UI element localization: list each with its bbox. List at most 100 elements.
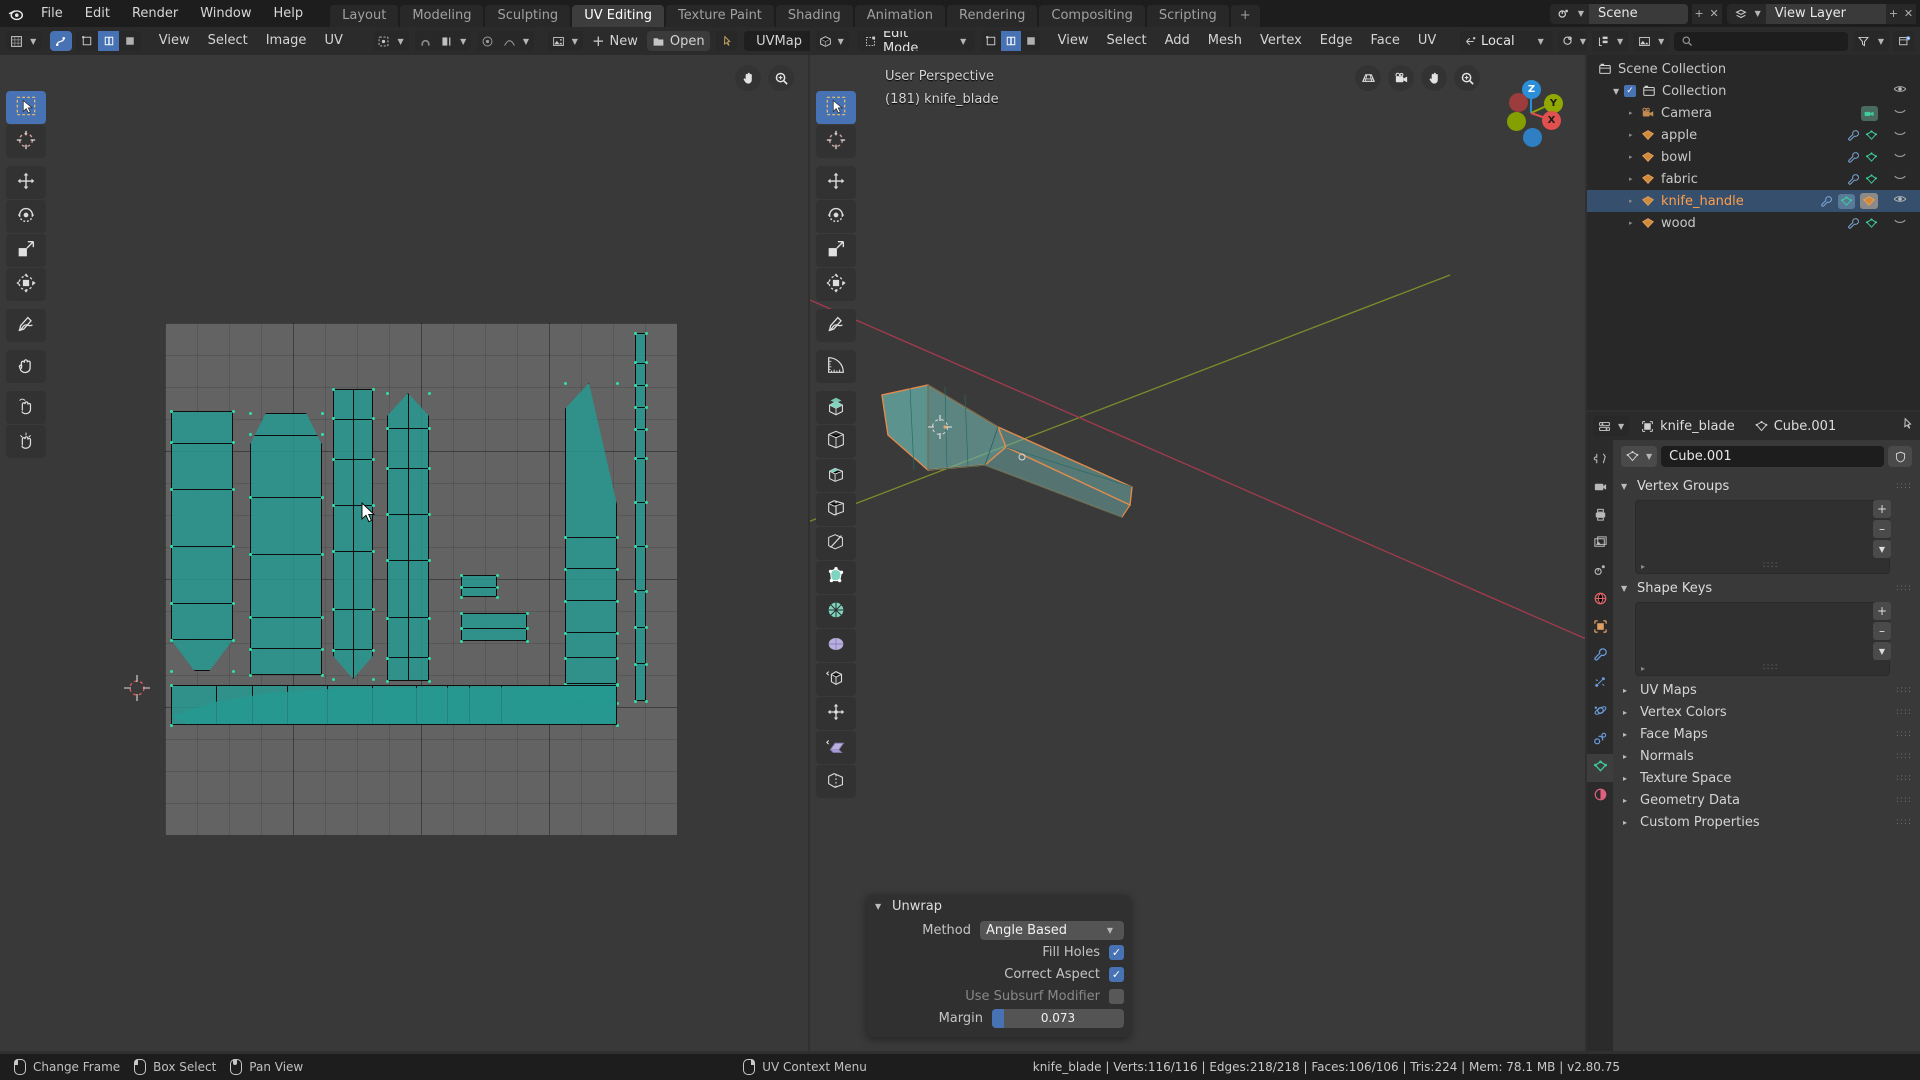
mesh-data-icon[interactable]: [1865, 217, 1878, 230]
uv-vertex[interactable]: [616, 567, 619, 571]
uv-vertex[interactable]: [645, 383, 648, 387]
margin-slider[interactable]: 0.073: [992, 1008, 1124, 1028]
menu-help[interactable]: Help: [263, 0, 315, 27]
uv-vertex[interactable]: [496, 596, 499, 599]
scale-tool[interactable]: [6, 234, 46, 267]
uv-vertex[interactable]: [332, 678, 335, 681]
panel-grip[interactable]: ::::: [1896, 773, 1912, 783]
uv-vertex[interactable]: [428, 656, 431, 660]
pin-icon[interactable]: [715, 31, 738, 51]
camera-view-icon[interactable]: [1388, 65, 1414, 91]
outliner-filter-button[interactable]: ▼: [1852, 31, 1889, 51]
pinch-uv-tool[interactable]: [6, 425, 46, 458]
tweak-tool[interactable]: [816, 91, 856, 124]
uv-vertex[interactable]: [249, 412, 252, 415]
uv-vertex[interactable]: [372, 417, 375, 420]
expand-triangle-icon[interactable]: ▸: [1629, 109, 1640, 117]
uv-vertex[interactable]: [321, 495, 324, 499]
mesh-object-icon[interactable]: [1860, 193, 1878, 209]
list-expand-triangle-icon[interactable]: ▸: [1641, 562, 1645, 571]
world-tab[interactable]: [1587, 586, 1613, 614]
visibility-eye-icon[interactable]: [1893, 104, 1907, 122]
breadcrumb-object[interactable]: knife_blade: [1660, 419, 1735, 434]
uv-vertex[interactable]: [321, 674, 324, 677]
uv-vertex[interactable]: [372, 457, 375, 461]
grab-uv-tool[interactable]: [6, 350, 46, 383]
uv-vertex[interactable]: [232, 410, 235, 413]
modifier-tab[interactable]: [1587, 642, 1613, 670]
uv-vertex[interactable]: [564, 631, 567, 635]
measure-tool[interactable]: [816, 350, 856, 383]
list-menu-button[interactable]: ▼: [1873, 642, 1891, 660]
list-resize-grip[interactable]: ::::: [1763, 662, 1779, 672]
scale-tool[interactable]: [816, 234, 856, 267]
rip-region-tool[interactable]: [816, 765, 856, 798]
uv-vertex[interactable]: [372, 649, 375, 652]
panel-grip[interactable]: ::::: [1896, 751, 1912, 761]
scene-tab[interactable]: [1587, 558, 1613, 586]
operator-panel-header[interactable]: ▼ Unwrap: [867, 895, 1130, 918]
uv-vertex[interactable]: [428, 392, 431, 395]
modifier-icon[interactable]: [1847, 129, 1860, 142]
new-image-button[interactable]: + New: [586, 31, 643, 51]
transform-tool[interactable]: [6, 268, 46, 301]
datablock-name-field[interactable]: Cube.001: [1661, 446, 1884, 467]
uv-vertex[interactable]: [616, 684, 619, 687]
outliner-row[interactable]: ▸ Camera: [1587, 102, 1920, 124]
axis-z-negative[interactable]: [1523, 128, 1542, 147]
face-select-icon[interactable]: [119, 31, 141, 51]
uv-canvas[interactable]: [0, 55, 808, 1051]
uv-vertex[interactable]: [170, 670, 173, 673]
correct-aspect-checkbox[interactable]: ✓: [1109, 966, 1124, 982]
loop-cut-tool[interactable]: [816, 493, 856, 526]
list-add-button[interactable]: +: [1873, 500, 1891, 518]
workspace-tab-sculpting[interactable]: Sculpting: [485, 5, 571, 27]
falloff-curve-button[interactable]: ▼: [498, 31, 534, 51]
workspace-tab-uv-editing[interactable]: UV Editing: [572, 5, 665, 27]
image-browse-button[interactable]: ▼: [547, 31, 583, 51]
modifier-icon[interactable]: [1847, 217, 1860, 230]
datablock-browse-button[interactable]: ▼: [1621, 446, 1658, 467]
uv-vertex[interactable]: [616, 535, 619, 539]
uv-vertex[interactable]: [645, 405, 648, 409]
viewport-editor-type-button[interactable]: ▼: [816, 31, 849, 51]
uv-vertex[interactable]: [616, 599, 619, 603]
uv-vertex[interactable]: [564, 567, 567, 571]
visibility-eye-icon[interactable]: [1893, 126, 1907, 144]
uv-vertex[interactable]: [526, 640, 529, 643]
outliner-row[interactable]: Scene Collection: [1587, 58, 1920, 80]
new-view-layer-button[interactable]: +: [1886, 3, 1901, 24]
uv-vertex[interactable]: [634, 589, 637, 593]
uv-vertex[interactable]: [170, 410, 173, 413]
uv-vertex[interactable]: [232, 638, 235, 642]
method-dropdown[interactable]: Angle Based ▼: [980, 920, 1124, 940]
uv-island[interactable]: [461, 575, 497, 597]
panel-grip[interactable]: ::::: [1896, 685, 1912, 695]
menu-render[interactable]: Render: [121, 0, 189, 27]
uv-vertex[interactable]: [386, 656, 389, 660]
menu-view[interactable]: View: [150, 31, 199, 51]
panel-header-shape-keys[interactable]: ▼ Shape Keys::::: [1621, 577, 1912, 599]
uv-vertex[interactable]: [496, 574, 499, 577]
uv-vertex[interactable]: [170, 638, 173, 642]
add-workspace-button[interactable]: +: [1230, 5, 1260, 27]
list-remove-button[interactable]: –: [1873, 520, 1891, 538]
expand-triangle-icon[interactable]: ▸: [1629, 197, 1640, 205]
menu-select[interactable]: Select: [1097, 31, 1155, 51]
uv-vertex[interactable]: [249, 647, 252, 651]
uv-vertex[interactable]: [634, 383, 637, 387]
view-layer-tab[interactable]: [1587, 530, 1613, 558]
menu-mesh[interactable]: Mesh: [1199, 31, 1251, 51]
uv-vertex[interactable]: [332, 388, 335, 391]
render-tab[interactable]: [1587, 474, 1613, 502]
expand-triangle-icon[interactable]: ▼: [1613, 87, 1624, 96]
outliner-row[interactable]: ▸ apple: [1587, 124, 1920, 146]
snap-magnet-icon[interactable]: [414, 31, 436, 51]
scene-selector[interactable]: ▼ Scene: [1549, 3, 1688, 24]
panel-grip[interactable]: ::::: [1896, 481, 1912, 491]
unlink-scene-button[interactable]: ✕: [1706, 3, 1722, 24]
uv-vertex[interactable]: [170, 724, 173, 727]
uv-vertex[interactable]: [332, 504, 335, 507]
cursor-tool[interactable]: [816, 125, 856, 158]
panel-grip[interactable]: ::::: [1896, 729, 1912, 739]
